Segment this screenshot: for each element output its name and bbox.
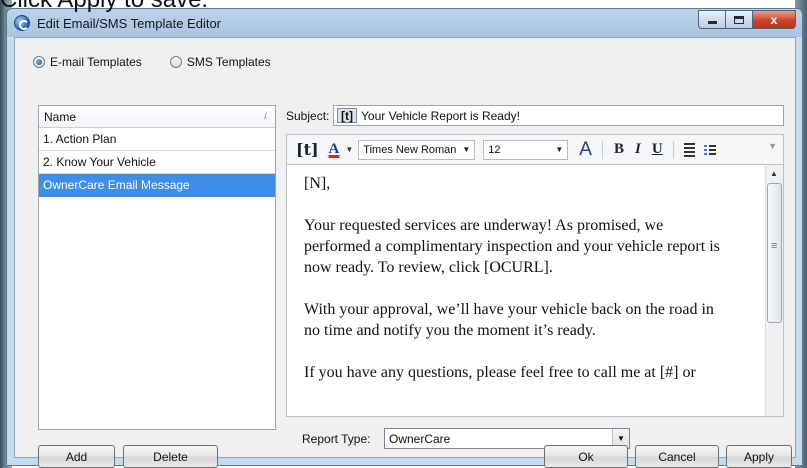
editor-paragraph: [N],	[304, 175, 331, 192]
align-icon[interactable]	[683, 142, 695, 157]
radio-unselected-icon	[169, 56, 182, 68]
dialog-body: E-mail Templates SMS Templates Name / 1.…	[14, 37, 796, 468]
editor-paragraph: If you have any questions, please feel f…	[304, 364, 696, 381]
underline-button[interactable]: U	[652, 141, 663, 158]
font-name-value: Times New Roman	[363, 143, 457, 156]
bullet-list-icon[interactable]	[703, 144, 716, 155]
subject-value: Your Vehicle Report is Ready!	[361, 108, 520, 123]
subject-token-button[interactable]: [t]	[337, 108, 357, 123]
message-body-editor[interactable]: [N], Your requested services are underwa…	[286, 164, 784, 417]
sort-icon: /	[264, 111, 267, 122]
grow-font-button[interactable]: A	[579, 139, 592, 161]
font-color-dropdown-icon[interactable]: ▼	[345, 145, 353, 154]
email-templates-label: E-mail Templates	[50, 55, 142, 69]
subject-field[interactable]: [t] Your Vehicle Report is Ready!	[333, 105, 784, 126]
add-button[interactable]: Add	[38, 445, 115, 468]
font-size-value: 12	[488, 143, 501, 156]
italic-button[interactable]: I	[635, 141, 641, 158]
editor-paragraph: Your requested services are underway! As…	[304, 217, 720, 276]
cancel-button[interactable]: Cancel	[635, 445, 719, 468]
bold-button[interactable]: B	[614, 141, 624, 158]
formatting-toolbar: [t] A ▼ Times New Roman ▼ 12 ▼ A B I U ▼	[286, 134, 784, 164]
sms-templates-label: SMS Templates	[186, 55, 271, 69]
app-icon	[14, 15, 30, 31]
template-type-group: E-mail Templates SMS Templates	[33, 55, 271, 69]
delete-button[interactable]: Delete	[123, 445, 218, 468]
minimize-button[interactable]	[698, 10, 725, 29]
apply-button[interactable]: Apply	[726, 445, 792, 468]
template-editor-window: Edit Email/SMS Template Editor x E-mail …	[6, 8, 803, 468]
sms-templates-radio[interactable]: SMS Templates	[169, 55, 271, 69]
maximize-icon	[734, 15, 744, 24]
editor-text: [N], Your requested services are underwa…	[304, 173, 765, 404]
subject-label: Subject:	[286, 109, 330, 123]
font-name-select[interactable]: Times New Roman ▼	[358, 139, 476, 160]
close-icon: x	[770, 12, 778, 27]
list-header-label: Name	[44, 109, 77, 124]
font-color-button[interactable]: A	[329, 141, 340, 158]
maximize-button[interactable]	[725, 10, 752, 29]
radio-selected-icon	[33, 56, 45, 68]
editor-scrollbar[interactable]: ▲	[765, 165, 783, 416]
scrollbar-thumb[interactable]	[767, 183, 782, 323]
template-list[interactable]: Name / 1. Action Plan 2. Know Your Vehic…	[38, 105, 276, 430]
list-header-name[interactable]: Name /	[39, 106, 275, 128]
font-size-select[interactable]: 12 ▼	[483, 139, 569, 160]
report-type-label: Report Type:	[302, 432, 371, 446]
insert-token-button[interactable]: [t]	[296, 140, 319, 159]
ok-button[interactable]: Ok	[544, 445, 628, 468]
editor-paragraph: With your approval, we’ll have your vehi…	[304, 301, 714, 339]
toolbar-divider	[672, 140, 674, 159]
close-button[interactable]: x	[752, 10, 796, 29]
toolbar-overflow-icon[interactable]: ▼	[768, 141, 777, 151]
minimize-icon	[707, 21, 717, 24]
chevron-down-icon: ▼	[462, 145, 471, 154]
window-controls: x	[698, 10, 796, 30]
toolbar-divider	[601, 140, 603, 159]
list-item[interactable]: 2. Know Your Vehicle	[39, 151, 275, 174]
email-templates-radio[interactable]: E-mail Templates	[33, 55, 142, 69]
list-item-selected[interactable]: OwnerCare Email Message	[39, 174, 275, 197]
scroll-up-icon[interactable]: ▲	[770, 169, 778, 178]
window-title: Edit Email/SMS Template Editor	[37, 16, 221, 31]
list-item[interactable]: 1. Action Plan	[39, 128, 275, 151]
report-type-value: OwnerCare	[389, 431, 451, 446]
page-caption: Click Apply to save.	[0, 0, 208, 14]
chevron-down-icon: ▼	[555, 145, 564, 154]
